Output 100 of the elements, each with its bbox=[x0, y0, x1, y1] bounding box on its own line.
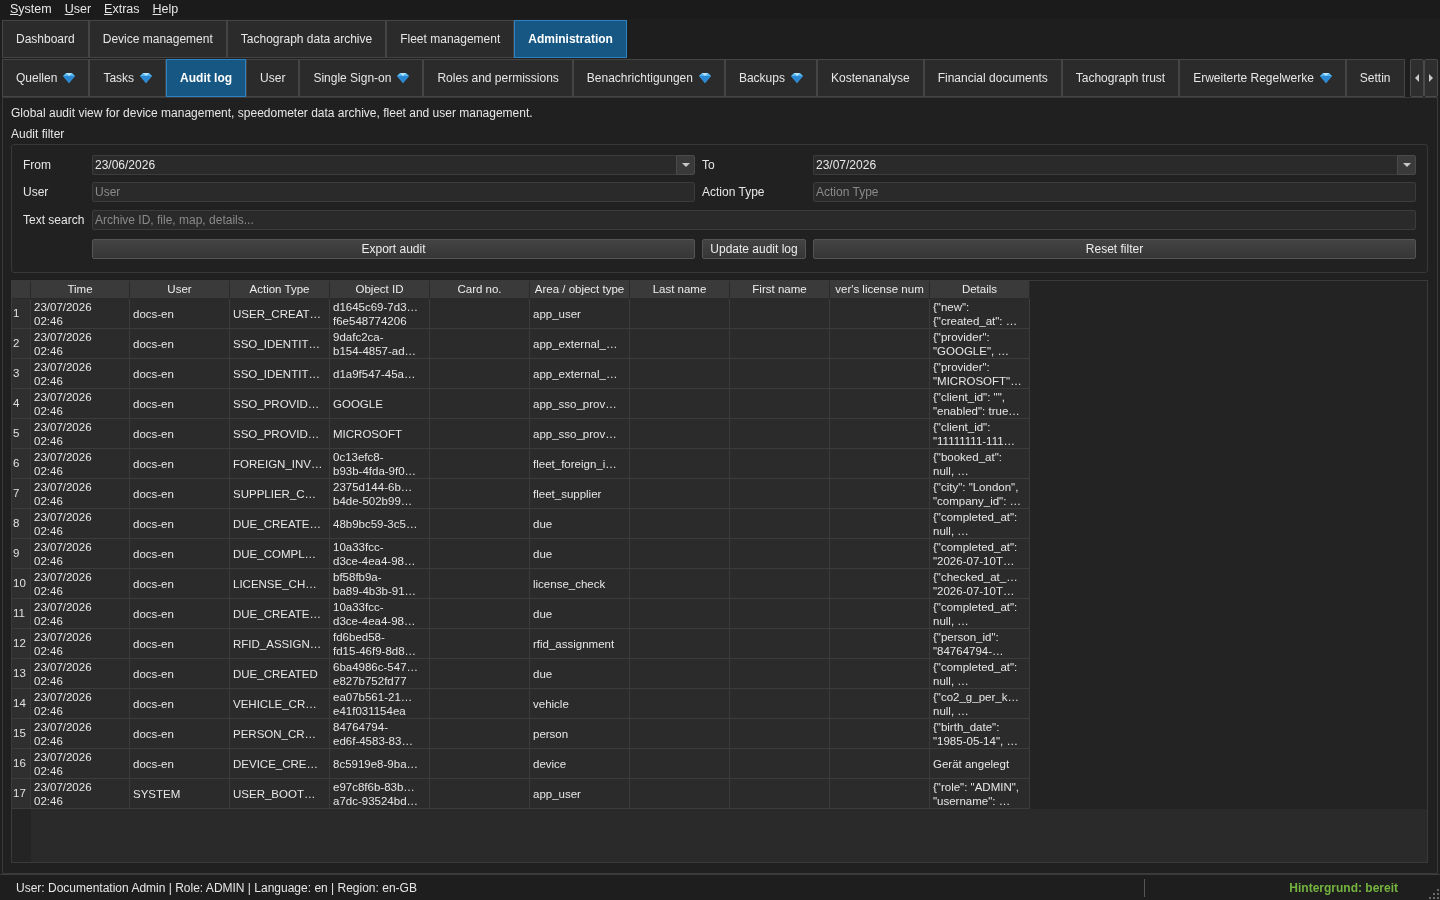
table-cell: person bbox=[530, 719, 630, 749]
date-input[interactable]: 23/07/2026 bbox=[813, 155, 1397, 175]
table-cell: docs-en bbox=[130, 629, 230, 659]
action-button[interactable]: Export audit bbox=[92, 239, 695, 259]
table-cell: 23/07/2026 02:46 bbox=[31, 749, 130, 779]
dropdown-button[interactable] bbox=[676, 155, 695, 175]
caret-left-icon bbox=[1415, 74, 1419, 82]
column-header[interactable]: Area / object type bbox=[530, 281, 630, 299]
table-cell: docs-en bbox=[130, 509, 230, 539]
table-cell: 23/07/2026 02:46 bbox=[31, 329, 130, 359]
table-cell: {"role": "ADMIN", "username": … bbox=[930, 779, 1030, 809]
column-header[interactable]: Action Type bbox=[230, 281, 330, 299]
column-header[interactable]: User bbox=[130, 281, 230, 299]
table-cell: FOREIGN_INV… bbox=[230, 449, 330, 479]
sub-tab[interactable]: Single Sign-on bbox=[299, 59, 424, 97]
table-cell: docs-en bbox=[130, 569, 230, 599]
table-cell: SSO_IDENTIT… bbox=[230, 359, 330, 389]
column-header[interactable]: Last name bbox=[630, 281, 730, 299]
table-cell: license_check bbox=[530, 569, 630, 599]
row-number: 3 bbox=[12, 359, 31, 389]
action-button[interactable]: Reset filter bbox=[813, 239, 1416, 259]
column-header[interactable]: Details bbox=[930, 281, 1030, 299]
tab-scroll-right-button[interactable] bbox=[1424, 59, 1438, 97]
table-cell: SSO_PROVID… bbox=[230, 389, 330, 419]
main-tab[interactable]: Dashboard bbox=[2, 20, 89, 58]
table-cell: {"provider": "MICROSOFT"… bbox=[930, 359, 1030, 389]
table-cell: USER_BOOT… bbox=[230, 779, 330, 809]
table-cell: SSO_IDENTIT… bbox=[230, 329, 330, 359]
background-status: Hintergrund: bereit bbox=[1289, 879, 1398, 897]
main-tab[interactable]: Device management bbox=[88, 20, 227, 58]
table-cell: {"person_id": "84764794-… bbox=[930, 629, 1030, 659]
sub-tab[interactable]: Roles and permissions bbox=[423, 59, 573, 97]
sub-tab[interactable]: Erweiterte Regelwerke bbox=[1179, 59, 1346, 97]
table-cell: docs-en bbox=[130, 449, 230, 479]
caret-down-icon bbox=[1402, 163, 1411, 167]
sub-tab[interactable]: Financial documents bbox=[923, 59, 1062, 97]
table-cell: 23/07/2026 02:46 bbox=[31, 419, 130, 449]
table-cell: 84764794- ed6f-4583-83… bbox=[330, 719, 430, 749]
menu-item[interactable]: Extras bbox=[104, 0, 140, 19]
sub-tab[interactable]: Tasks bbox=[89, 59, 167, 97]
table-cell: docs-en bbox=[130, 599, 230, 629]
sub-tab[interactable]: Tachograph trust bbox=[1061, 59, 1180, 97]
table-cell: app_user bbox=[530, 299, 630, 329]
table-cell: docs-en bbox=[130, 329, 230, 359]
main-tab[interactable]: Tachograph data archive bbox=[226, 20, 387, 58]
row-number: 5 bbox=[12, 419, 31, 449]
column-header[interactable]: ver's license num bbox=[830, 281, 930, 299]
column-header[interactable]: First name bbox=[730, 281, 830, 299]
table-cell: app_sso_prov… bbox=[530, 389, 630, 419]
menu-item[interactable]: System bbox=[10, 0, 52, 19]
row-number: 4 bbox=[12, 389, 31, 419]
table-cell: app_external_… bbox=[530, 359, 630, 389]
table-cell: app_external_… bbox=[530, 329, 630, 359]
table-cell: PERSON_CR… bbox=[230, 719, 330, 749]
main-tab[interactable]: Administration bbox=[514, 20, 627, 58]
date-input[interactable]: 23/06/2026 bbox=[92, 155, 676, 175]
sub-tab[interactable]: User bbox=[246, 59, 300, 97]
table-cell: MICROSOFT bbox=[330, 419, 430, 449]
sub-tab[interactable]: Benachrichtigungen bbox=[572, 59, 725, 97]
table-cell: LICENSE_CH… bbox=[230, 569, 330, 599]
column-header[interactable]: Card no. bbox=[430, 281, 530, 299]
menu-item[interactable]: User bbox=[64, 0, 92, 19]
table-cell: {"client_id": "", "enabled": true… bbox=[930, 389, 1030, 419]
column-header[interactable]: Object ID bbox=[330, 281, 430, 299]
table-cell: SUPPLIER_C… bbox=[230, 479, 330, 509]
table-cell: docs-en bbox=[130, 719, 230, 749]
table-cell: {"birth_date": "1985-05-14", … bbox=[930, 719, 1030, 749]
table-cell: {"completed_at": null, … bbox=[930, 659, 1030, 689]
user-input[interactable]: User bbox=[92, 182, 695, 202]
table-cell: e97c8f6b-83b… a7dc-93524bd… bbox=[330, 779, 430, 809]
table-cell: Gerät angelegt bbox=[930, 749, 1030, 779]
table-cell: due bbox=[530, 599, 630, 629]
sub-tab[interactable]: Settin bbox=[1345, 59, 1405, 97]
table-cell: app_user bbox=[530, 779, 630, 809]
menu-item[interactable]: Help bbox=[152, 0, 179, 19]
table-cell: docs-en bbox=[130, 749, 230, 779]
table-cell: RFID_ASSIGN… bbox=[230, 629, 330, 659]
row-number: 16 bbox=[12, 749, 31, 779]
row-number: 17 bbox=[12, 779, 31, 809]
table-cell: due bbox=[530, 509, 630, 539]
table-cell: {"completed_at": null, … bbox=[930, 509, 1030, 539]
text-search-input[interactable]: Archive ID, file, map, details... bbox=[92, 210, 1416, 230]
column-header[interactable]: Time bbox=[31, 281, 130, 299]
sub-tab[interactable]: Audit log bbox=[166, 59, 247, 97]
action-button[interactable]: Update audit log bbox=[702, 239, 806, 259]
tab-scroll-left-button[interactable] bbox=[1410, 59, 1424, 97]
sub-tab[interactable]: Kostenanalyse bbox=[816, 59, 924, 97]
table-cell: 23/07/2026 02:46 bbox=[31, 719, 130, 749]
field-label: From bbox=[23, 157, 52, 174]
table-cell: 23/07/2026 02:46 bbox=[31, 359, 130, 389]
row-number: 12 bbox=[12, 629, 31, 659]
action-type-input[interactable]: Action Type bbox=[813, 182, 1416, 202]
sub-tab[interactable]: Quellen bbox=[2, 59, 90, 97]
dropdown-button[interactable] bbox=[1397, 155, 1416, 175]
table-cell: 23/07/2026 02:46 bbox=[31, 299, 130, 329]
table-cell: fleet_foreign_i… bbox=[530, 449, 630, 479]
table-cell: fleet_supplier bbox=[530, 479, 630, 509]
table-cell: 48b9bc59-3c5… bbox=[330, 509, 430, 539]
main-tab[interactable]: Fleet management bbox=[386, 20, 515, 58]
sub-tab[interactable]: Backups bbox=[724, 59, 817, 97]
